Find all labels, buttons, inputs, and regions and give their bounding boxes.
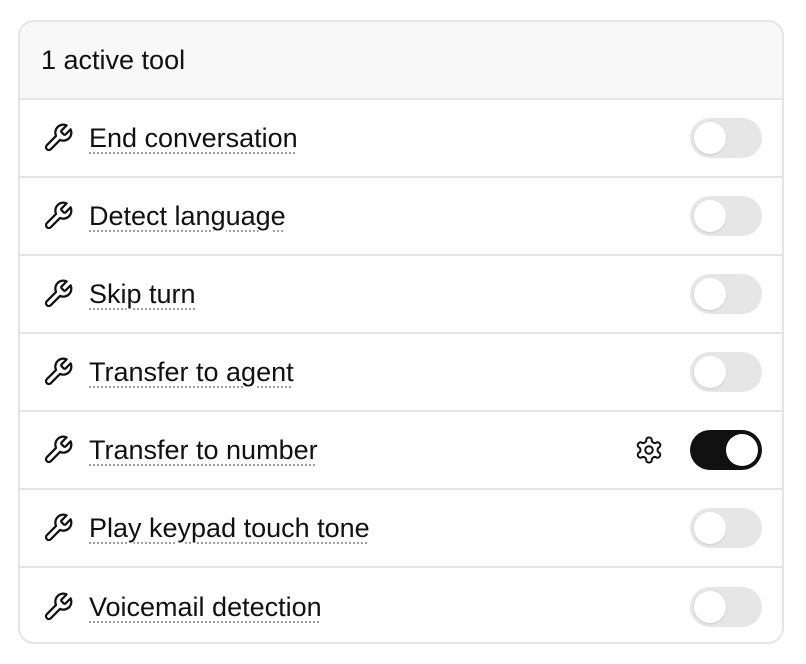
tool-row-voicemail-detection: Voicemail detection <box>20 568 782 642</box>
wrench-icon <box>41 433 75 467</box>
wrench-icon <box>41 511 75 545</box>
tool-row-play-keypad-touch-tone: Play keypad touch tone <box>20 490 782 568</box>
tool-row-skip-turn: Skip turn <box>20 256 782 334</box>
tool-row-end-conversation: End conversation <box>20 100 782 178</box>
wrench-icon <box>41 355 75 389</box>
tool-label[interactable]: Transfer to agent <box>89 357 294 388</box>
tools-panel: 1 active tool End conversation Detect la… <box>18 20 784 644</box>
tool-label[interactable]: Detect language <box>89 201 286 232</box>
tool-label[interactable]: Transfer to number <box>89 435 318 466</box>
tool-label[interactable]: Voicemail detection <box>89 592 322 623</box>
tool-toggle[interactable] <box>690 196 762 236</box>
tool-label[interactable]: Play keypad touch tone <box>89 513 370 544</box>
toggle-knob <box>694 278 726 310</box>
tool-row-detect-language: Detect language <box>20 178 782 256</box>
wrench-icon <box>41 199 75 233</box>
active-tools-count: 1 active tool <box>41 44 186 75</box>
tool-toggle[interactable] <box>690 508 762 548</box>
tool-label[interactable]: Skip turn <box>89 279 196 310</box>
wrench-icon <box>41 277 75 311</box>
tool-row-transfer-to-agent: Transfer to agent <box>20 334 782 412</box>
tool-toggle[interactable] <box>690 587 762 627</box>
toggle-knob <box>694 200 726 232</box>
gear-icon[interactable] <box>633 434 665 466</box>
toggle-knob <box>726 434 758 466</box>
toggle-knob <box>694 356 726 388</box>
panel-header: 1 active tool <box>20 22 782 100</box>
tool-toggle[interactable] <box>690 430 762 470</box>
tool-toggle[interactable] <box>690 118 762 158</box>
toggle-knob <box>694 122 726 154</box>
wrench-icon <box>41 590 75 624</box>
tool-label[interactable]: End conversation <box>89 123 298 154</box>
toggle-knob <box>694 512 726 544</box>
tool-toggle[interactable] <box>690 274 762 314</box>
tool-toggle[interactable] <box>690 352 762 392</box>
wrench-icon <box>41 121 75 155</box>
tool-row-transfer-to-number: Transfer to number <box>20 412 782 490</box>
toggle-knob <box>694 591 726 623</box>
